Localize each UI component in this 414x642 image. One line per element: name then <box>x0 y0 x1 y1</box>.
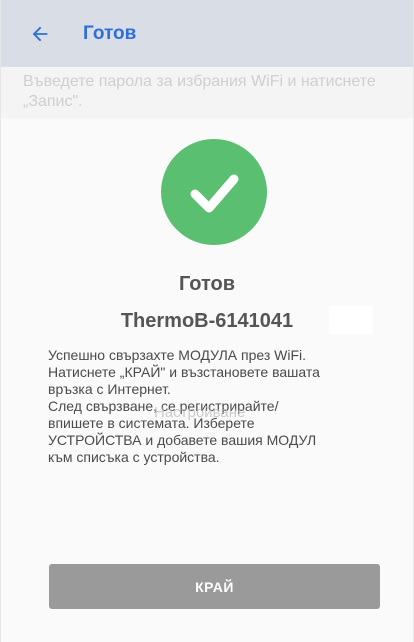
done-button[interactable]: КРАЙ <box>49 564 380 609</box>
status-title: Готов <box>178 273 236 295</box>
app-bar: Готов <box>1 0 413 67</box>
checkmark-icon <box>190 174 239 213</box>
message-line: Успешно свързахте МОДУЛА през WiFi. <box>48 347 307 363</box>
message-line: УСТРОЙСТВА и добавете вашия МОДУЛ <box>48 432 317 448</box>
message-line: връзка с Интернет. <box>48 381 171 397</box>
screen: Готов Въведете парола за избрания WiFi и… <box>0 0 414 642</box>
success-badge <box>161 139 267 245</box>
message-line: към списъка с устройства. <box>48 449 220 465</box>
background-hint-text: Въведете парола за избрания WiFi и натис… <box>23 73 376 110</box>
back-button[interactable] <box>19 13 61 55</box>
app-title: Готов <box>83 22 137 44</box>
message-line: Натиснете „КРАЙ" и възстановете вашата <box>48 364 320 380</box>
device-name-placeholder-box <box>329 306 373 334</box>
arrow-left-icon <box>32 26 48 41</box>
ghost-settings-label: Настройване <box>154 404 246 421</box>
